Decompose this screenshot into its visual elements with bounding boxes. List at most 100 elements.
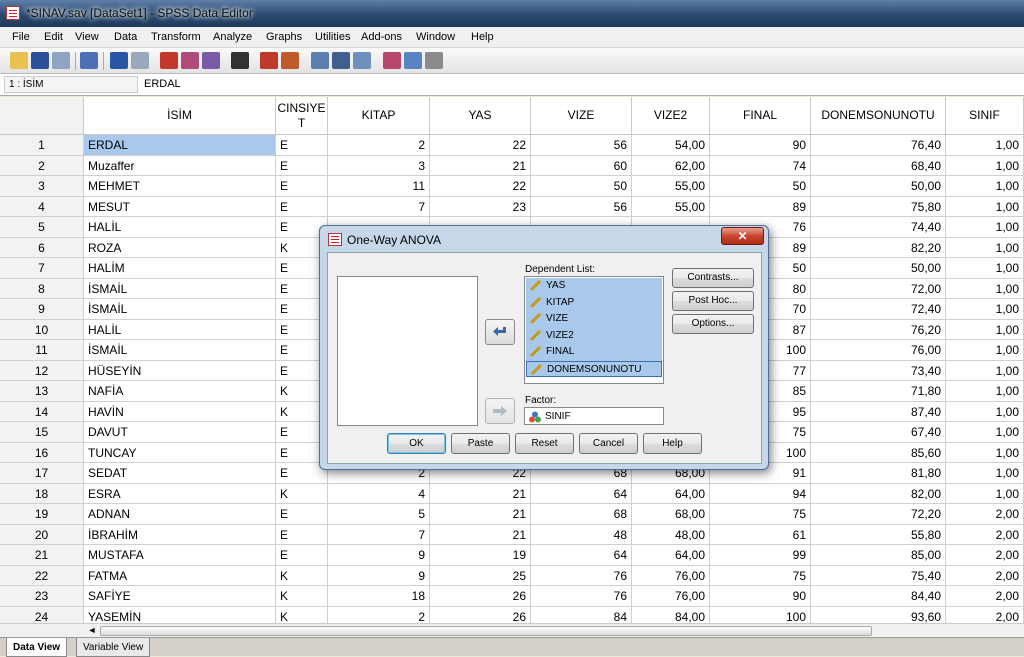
cell-cinsiyet[interactable]: K (276, 565, 328, 586)
cell-donemsonunotu[interactable]: 72,40 (811, 299, 946, 320)
cell-isim[interactable]: HÜSEYİN (84, 360, 276, 381)
contrasts-button[interactable]: Contrasts... (672, 268, 754, 288)
find-icon[interactable] (231, 52, 249, 69)
cell-yas[interactable]: 25 (430, 565, 531, 586)
split-file-icon[interactable] (311, 52, 329, 69)
cell-cinsiyet[interactable]: E (276, 196, 328, 217)
cell-vize2[interactable]: 48,00 (632, 524, 710, 545)
cell-sinif[interactable]: 1,00 (946, 381, 1024, 402)
row-number[interactable]: 1 (0, 135, 84, 156)
help-button[interactable]: Help (643, 433, 702, 454)
show-all-icon[interactable] (425, 52, 443, 69)
row-number[interactable]: 6 (0, 237, 84, 258)
cell-sinif[interactable]: 1,00 (946, 278, 1024, 299)
cell-kitap[interactable]: 7 (328, 196, 430, 217)
cell-cinsiyet[interactable]: E (276, 504, 328, 525)
select-cases-icon[interactable] (353, 52, 371, 69)
cell-sinif[interactable]: 1,00 (946, 155, 1024, 176)
cell-isim[interactable]: ROZA (84, 237, 276, 258)
cell-sinif[interactable]: 2,00 (946, 606, 1024, 623)
paste-button[interactable]: Paste (451, 433, 510, 454)
cell-sinif[interactable]: 1,00 (946, 196, 1024, 217)
column-header-yas[interactable]: YAS (430, 97, 531, 135)
cell-vize[interactable]: 50 (531, 176, 632, 197)
column-header-kitap[interactable]: KITAP (328, 97, 430, 135)
cell-isim[interactable]: SEDAT (84, 463, 276, 484)
goto-variable-icon[interactable] (181, 52, 199, 69)
row-number[interactable]: 5 (0, 217, 84, 238)
cell-isim[interactable]: MESUT (84, 196, 276, 217)
cell-sinif[interactable]: 2,00 (946, 565, 1024, 586)
cell-vize2[interactable]: 54,00 (632, 135, 710, 156)
cell-cinsiyet[interactable]: E (276, 176, 328, 197)
menu-data[interactable]: Data (114, 31, 137, 43)
cell-kitap[interactable]: 11 (328, 176, 430, 197)
cell-donemsonunotu[interactable]: 75,40 (811, 565, 946, 586)
cell-isim[interactable]: İSMAİL (84, 278, 276, 299)
cell-kitap[interactable]: 18 (328, 586, 430, 607)
cell-isim[interactable]: ESRA (84, 483, 276, 504)
cell-yas[interactable]: 23 (430, 196, 531, 217)
menu-help[interactable]: Help (471, 31, 494, 43)
undo-icon[interactable] (110, 52, 128, 69)
cell-final[interactable]: 100 (710, 606, 811, 623)
use-sets-icon[interactable] (404, 52, 422, 69)
cell-vize2[interactable]: 55,00 (632, 176, 710, 197)
row-number[interactable]: 19 (0, 504, 84, 525)
ok-button[interactable]: OK (387, 433, 446, 454)
cell-vize2[interactable]: 55,00 (632, 196, 710, 217)
column-header-final[interactable]: FINAL (710, 97, 811, 135)
cell-isim[interactable]: MEHMET (84, 176, 276, 197)
cell-donemsonunotu[interactable]: 76,20 (811, 319, 946, 340)
cell-kitap[interactable]: 4 (328, 483, 430, 504)
cell-donemsonunotu[interactable]: 85,60 (811, 442, 946, 463)
column-header-sinif[interactable]: SINIF (946, 97, 1024, 135)
dependent-list[interactable]: YAS KITAP VIZE VIZE2 FINAL DONEMSONUNOTU (524, 276, 664, 384)
dependent-item[interactable]: DONEMSONUNOTU (526, 360, 662, 377)
dependent-item[interactable]: VIZE (526, 311, 662, 328)
cell-vize2[interactable]: 62,00 (632, 155, 710, 176)
cell-sinif[interactable]: 2,00 (946, 504, 1024, 525)
cell-vize2[interactable]: 76,00 (632, 565, 710, 586)
cell-isim[interactable]: SAFİYE (84, 586, 276, 607)
row-number[interactable]: 9 (0, 299, 84, 320)
cancel-button[interactable]: Cancel (579, 433, 638, 454)
row-number[interactable]: 13 (0, 381, 84, 402)
cell-yas[interactable]: 26 (430, 586, 531, 607)
tab-variable-view[interactable]: Variable View (76, 638, 151, 657)
cell-donemsonunotu[interactable]: 72,20 (811, 504, 946, 525)
menu-file[interactable]: File (12, 31, 30, 43)
cell-isim[interactable]: İSMAİL (84, 340, 276, 361)
row-number[interactable]: 10 (0, 319, 84, 340)
row-number[interactable]: 24 (0, 606, 84, 623)
cell-isim[interactable]: ADNAN (84, 504, 276, 525)
cell-sinif[interactable]: 1,00 (946, 401, 1024, 422)
cell-sinif[interactable]: 1,00 (946, 422, 1024, 443)
cell-kitap[interactable]: 7 (328, 524, 430, 545)
cell-sinif[interactable]: 1,00 (946, 483, 1024, 504)
cell-sinif[interactable]: 1,00 (946, 258, 1024, 279)
cell-cinsiyet[interactable]: E (276, 135, 328, 156)
cell-vize2[interactable]: 68,00 (632, 504, 710, 525)
cell-yas[interactable]: 22 (430, 176, 531, 197)
row-number[interactable]: 11 (0, 340, 84, 361)
row-number[interactable]: 3 (0, 176, 84, 197)
cell-sinif[interactable]: 1,00 (946, 442, 1024, 463)
cell-cinsiyet[interactable]: K (276, 483, 328, 504)
column-header-vize2[interactable]: VIZE2 (632, 97, 710, 135)
save-icon[interactable] (31, 52, 49, 69)
dependent-item[interactable]: FINAL (526, 344, 662, 361)
cell-kitap[interactable]: 9 (328, 545, 430, 566)
cell-isim[interactable]: TUNCAY (84, 442, 276, 463)
close-button[interactable]: ✕ (721, 227, 764, 245)
open-icon[interactable] (10, 52, 28, 69)
variables-icon[interactable] (202, 52, 220, 69)
cell-isim[interactable]: MUSTAFA (84, 545, 276, 566)
cell-vize[interactable]: 64 (531, 545, 632, 566)
cell-sinif[interactable]: 2,00 (946, 524, 1024, 545)
row-number[interactable]: 4 (0, 196, 84, 217)
redo-icon[interactable] (131, 52, 149, 69)
insert-variable-icon[interactable] (281, 52, 299, 69)
cell-cinsiyet[interactable]: E (276, 155, 328, 176)
row-number[interactable]: 20 (0, 524, 84, 545)
